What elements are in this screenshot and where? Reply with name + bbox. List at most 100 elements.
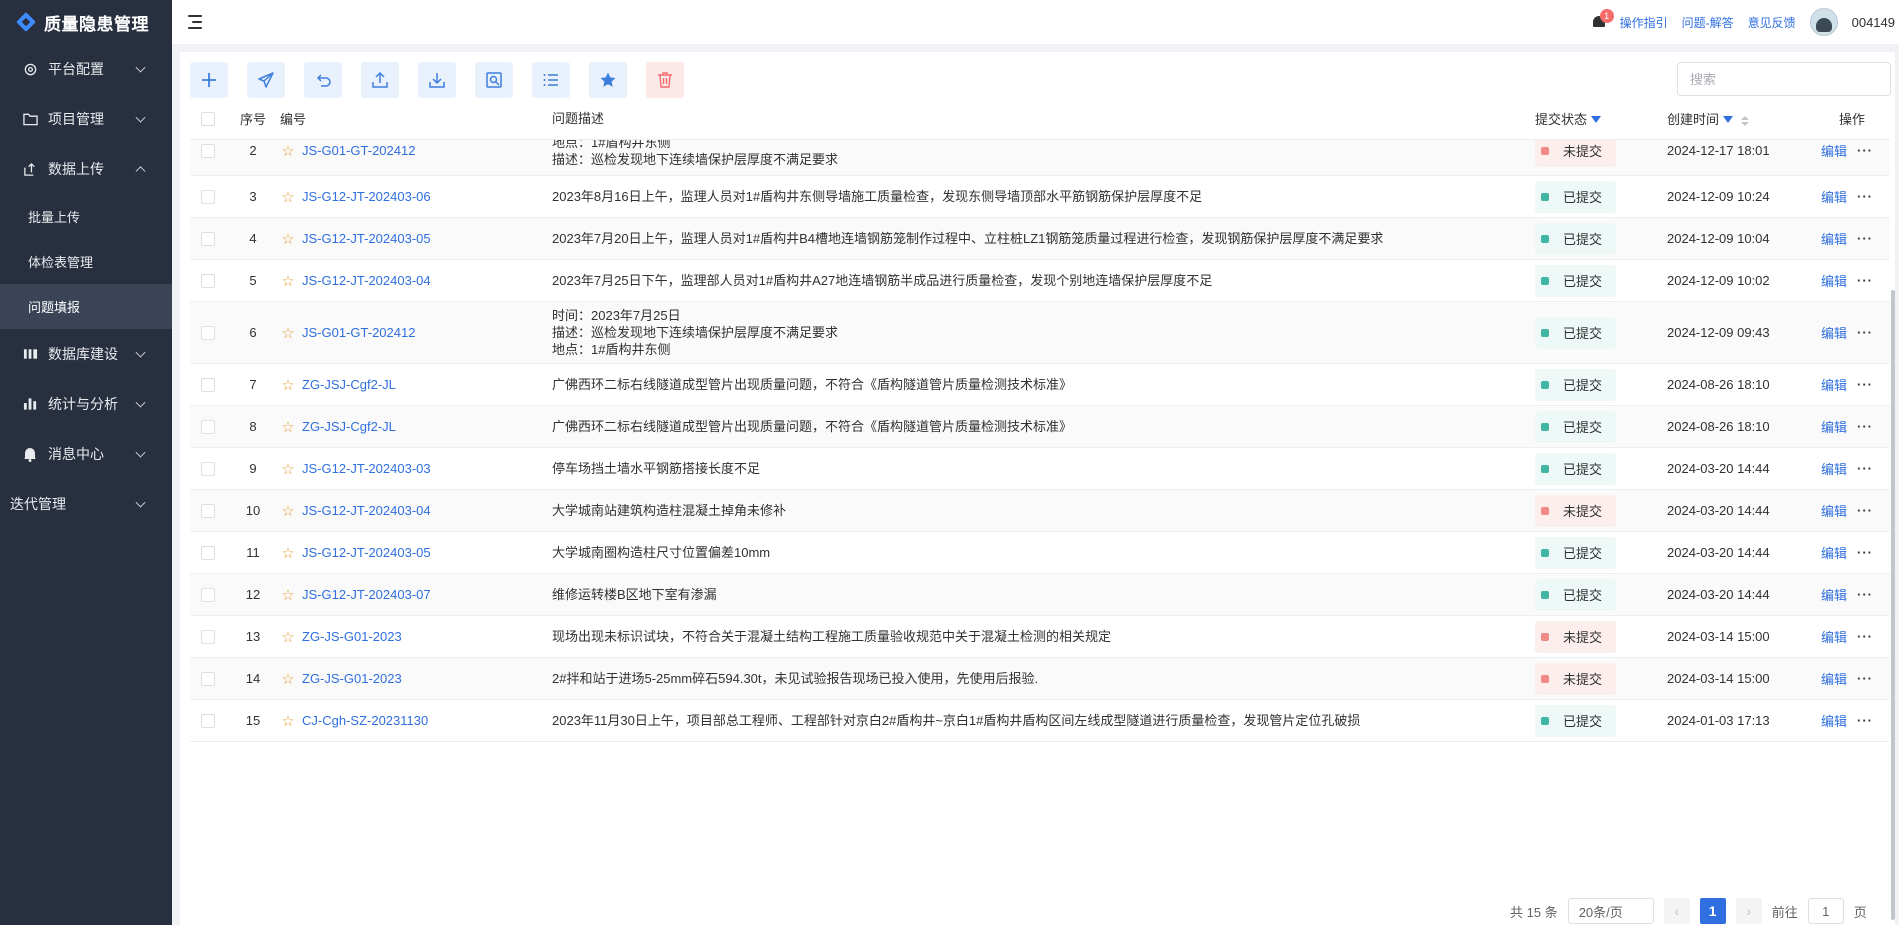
header-status[interactable]: 提交状态: [1535, 109, 1667, 128]
issue-code-link[interactable]: JS-G12-JT-202403-04: [302, 503, 431, 518]
sidebar-subitem-issue-report[interactable]: 问题填报: [0, 284, 172, 329]
page-jump-input[interactable]: [1807, 898, 1844, 924]
row-checkbox[interactable]: [201, 629, 215, 644]
star-outline-icon[interactable]: ☆: [280, 460, 296, 478]
sidebar-item-platform-config[interactable]: 平台配置: [0, 44, 172, 94]
star-outline-icon[interactable]: ☆: [280, 188, 296, 206]
more-options-icon[interactable]: ···: [1857, 545, 1873, 560]
sidebar-subitem-checklist-management[interactable]: 体检表管理: [0, 239, 172, 284]
more-options-icon[interactable]: ···: [1857, 503, 1873, 518]
row-checkbox[interactable]: [201, 461, 215, 476]
favorite-button[interactable]: [589, 62, 627, 98]
row-checkbox[interactable]: [201, 325, 215, 340]
edit-button[interactable]: 编辑: [1821, 501, 1847, 520]
issue-code-link[interactable]: JS-G12-JT-202403-07: [302, 587, 431, 602]
edit-button[interactable]: 编辑: [1821, 543, 1847, 562]
table-row[interactable]: 8 ☆ ZG-JSJ-Cgf2-JL 广佛西环二标右线隧道成型管片出现质量问题，不符合…: [190, 406, 1890, 448]
sidebar-item-message-center[interactable]: 消息中心: [0, 429, 172, 479]
table-row[interactable]: 13 ☆ ZG-JS-G01-2023 现场出现未标识试块，不符合关于混凝土结构工程施…: [190, 616, 1890, 658]
delete-button[interactable]: [646, 62, 684, 98]
edit-button[interactable]: 编辑: [1821, 417, 1847, 436]
select-all-checkbox[interactable]: [201, 111, 215, 126]
star-outline-icon[interactable]: ☆: [280, 142, 296, 160]
feedback-link[interactable]: 意见反馈: [1748, 14, 1796, 31]
issue-code-link[interactable]: JS-G12-JT-202403-05: [302, 545, 431, 560]
table-scrollbar[interactable]: [1891, 140, 1895, 920]
table-row[interactable]: 10 ☆ JS-G12-JT-202403-04 大学城南站建筑构造柱混凝土掉角未修补…: [190, 490, 1890, 532]
issue-code-link[interactable]: JS-G12-JT-202403-03: [302, 461, 431, 476]
star-outline-icon[interactable]: ☆: [280, 628, 296, 646]
more-options-icon[interactable]: ···: [1857, 143, 1873, 158]
star-outline-icon[interactable]: ☆: [280, 324, 296, 342]
edit-button[interactable]: 编辑: [1821, 459, 1847, 478]
table-row[interactable]: 5 ☆ JS-G12-JT-202403-04 2023年7月25日下午，监理部人员对…: [190, 260, 1890, 302]
sidebar-item-project-management[interactable]: 项目管理: [0, 94, 172, 144]
row-checkbox[interactable]: [201, 545, 215, 560]
star-outline-icon[interactable]: ☆: [280, 376, 296, 394]
edit-button[interactable]: 编辑: [1821, 585, 1847, 604]
operation-guide-link[interactable]: 操作指引: [1620, 14, 1668, 31]
search-input[interactable]: [1677, 62, 1891, 96]
submit-button[interactable]: [247, 62, 285, 98]
edit-button[interactable]: 编辑: [1821, 627, 1847, 646]
faq-link[interactable]: 问题-解答: [1682, 14, 1734, 31]
import-button[interactable]: [418, 62, 456, 98]
row-checkbox[interactable]: [201, 587, 215, 602]
row-checkbox[interactable]: [201, 713, 215, 728]
row-checkbox[interactable]: [201, 273, 215, 288]
more-options-icon[interactable]: ···: [1857, 377, 1873, 392]
page-number[interactable]: 1: [1699, 898, 1726, 924]
more-options-icon[interactable]: ···: [1857, 629, 1873, 644]
table-row[interactable]: 9 ☆ JS-G12-JT-202403-03 停车场挡土墙水平钢筋搭接长度不足 已提交…: [190, 448, 1890, 490]
more-options-icon[interactable]: ···: [1857, 671, 1873, 686]
row-checkbox[interactable]: [201, 377, 215, 392]
sidebar-subitem-batch-upload[interactable]: 批量上传: [0, 194, 172, 239]
export-button[interactable]: [361, 62, 399, 98]
table-row[interactable]: 12 ☆ JS-G12-JT-202403-07 维修运转楼B区地下室有渗漏 已提交 20…: [190, 574, 1890, 616]
table-row[interactable]: 3 ☆ JS-G12-JT-202403-06 2023年8月16日上午，监理人员对1…: [190, 176, 1890, 218]
sidebar-item-database-construction[interactable]: 数据库建设: [0, 329, 172, 379]
more-options-icon[interactable]: ···: [1857, 189, 1873, 204]
star-outline-icon[interactable]: ☆: [280, 230, 296, 248]
scroll-thumb[interactable]: [1891, 290, 1895, 920]
row-checkbox[interactable]: [201, 503, 215, 518]
edit-button[interactable]: 编辑: [1821, 323, 1847, 342]
next-page-button[interactable]: ›: [1735, 898, 1762, 924]
page-size-select[interactable]: 20条/页: [1567, 898, 1654, 924]
edit-button[interactable]: 编辑: [1821, 271, 1847, 290]
table-row[interactable]: 11 ☆ JS-G12-JT-202403-05 大学城南圈构造柱尺寸位置偏差10mm…: [190, 532, 1890, 574]
edit-button[interactable]: 编辑: [1821, 187, 1847, 206]
more-options-icon[interactable]: ···: [1857, 273, 1873, 288]
more-options-icon[interactable]: ···: [1857, 419, 1873, 434]
issue-code-link[interactable]: ZG-JSJ-Cgf2-JL: [302, 419, 396, 434]
edit-button[interactable]: 编辑: [1821, 669, 1847, 688]
table-row[interactable]: 15 ☆ CJ-Cgh-SZ-20231130 2023年11月30日上午，项目部总工…: [190, 700, 1890, 742]
issue-code-link[interactable]: JS-G12-JT-202403-06: [302, 189, 431, 204]
app-logo[interactable]: 质量隐患管理: [0, 0, 172, 44]
edit-button[interactable]: 编辑: [1821, 229, 1847, 248]
header-time[interactable]: 创建时间: [1667, 109, 1817, 128]
star-outline-icon[interactable]: ☆: [280, 418, 296, 436]
star-outline-icon[interactable]: ☆: [280, 670, 296, 688]
star-outline-icon[interactable]: ☆: [280, 272, 296, 290]
sidebar-item-iteration-management[interactable]: 迭代管理: [0, 479, 172, 529]
prev-page-button[interactable]: ‹: [1663, 898, 1690, 924]
issue-code-link[interactable]: ZG-JS-G01-2023: [302, 629, 402, 644]
table-row[interactable]: 6 ☆ JS-G01-GT-202412 时间：2023年7月25日 描述：巡检发现地下…: [190, 302, 1890, 364]
sort-icon[interactable]: [1740, 115, 1749, 126]
add-button[interactable]: [190, 62, 228, 98]
row-checkbox[interactable]: [201, 419, 215, 434]
issue-code-link[interactable]: JS-G12-JT-202403-04: [302, 273, 431, 288]
edit-button[interactable]: 编辑: [1821, 375, 1847, 394]
undo-button[interactable]: [304, 62, 342, 98]
more-options-icon[interactable]: ···: [1857, 325, 1873, 340]
table-row[interactable]: 14 ☆ ZG-JS-G01-2023 2#拌和站于进场5-25mm碎石594.30t…: [190, 658, 1890, 700]
issue-code-link[interactable]: JS-G01-GT-202412: [302, 143, 415, 158]
row-checkbox[interactable]: [201, 189, 215, 204]
star-outline-icon[interactable]: ☆: [280, 544, 296, 562]
star-outline-icon[interactable]: ☆: [280, 712, 296, 730]
table-row[interactable]: 4 ☆ JS-G12-JT-202403-05 2023年7月20日上午，监理人员对1…: [190, 218, 1890, 260]
notification-bell-icon[interactable]: 1: [1592, 9, 1614, 29]
edit-button[interactable]: 编辑: [1821, 711, 1847, 730]
star-outline-icon[interactable]: ☆: [280, 586, 296, 604]
